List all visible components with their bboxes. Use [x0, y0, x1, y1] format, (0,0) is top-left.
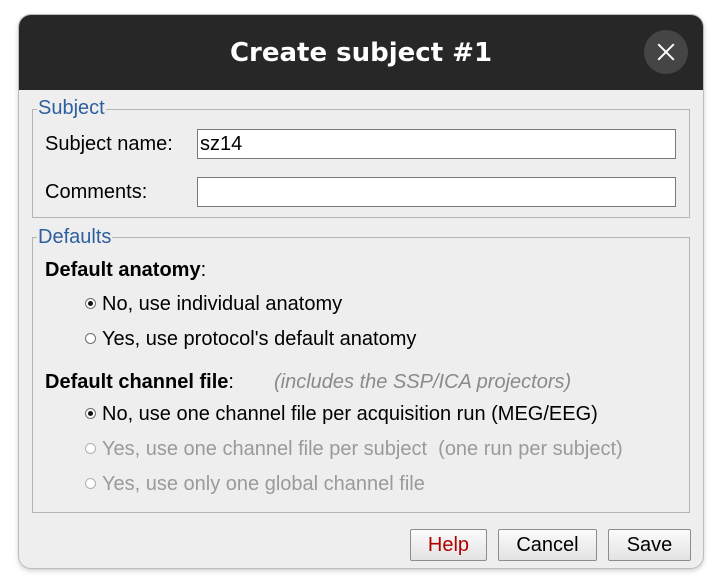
- anatomy-option-default[interactable]: Yes, use protocol's default anatomy: [19, 327, 703, 353]
- radio-button[interactable]: [85, 333, 96, 344]
- help-button[interactable]: Help: [410, 529, 487, 561]
- comments-input[interactable]: [197, 177, 676, 207]
- radio-label: Yes, use protocol's default anatomy: [102, 328, 417, 350]
- subject-name-label: Subject name:: [45, 133, 173, 155]
- radio-button[interactable]: [85, 443, 96, 454]
- radio-label: No, use one channel file per acquisition…: [102, 403, 598, 425]
- create-subject-dialog: Create subject #1 Subject Subject name: …: [19, 15, 703, 568]
- save-button[interactable]: Save: [608, 529, 691, 561]
- subject-legend: Subject: [37, 97, 106, 119]
- channel-hint: (includes the SSP/ICA projectors): [274, 371, 572, 393]
- comments-label: Comments:: [45, 181, 148, 203]
- default-channel-heading: Default channel file:: [45, 371, 234, 393]
- anatomy-option-individual[interactable]: No, use individual anatomy: [19, 292, 703, 318]
- dialog-title: Create subject #1: [229, 38, 493, 68]
- default-anatomy-heading: Default anatomy:: [45, 259, 207, 281]
- defaults-legend: Defaults: [37, 226, 113, 248]
- subject-name-input[interactable]: sz14: [197, 129, 676, 159]
- channel-option-per-run[interactable]: No, use one channel file per acquisition…: [19, 402, 703, 428]
- radio-label: Yes, use one channel file per subject (o…: [102, 438, 623, 460]
- radio-label: No, use individual anatomy: [102, 293, 343, 315]
- channel-option-per-subject[interactable]: Yes, use one channel file per subject (o…: [19, 437, 703, 463]
- radio-button[interactable]: [85, 298, 96, 309]
- channel-option-global[interactable]: Yes, use only one global channel file: [19, 472, 703, 498]
- radio-button[interactable]: [85, 408, 96, 419]
- radio-button[interactable]: [85, 478, 96, 489]
- title-bar: Create subject #1: [19, 15, 703, 90]
- radio-label: Yes, use only one global channel file: [102, 473, 425, 495]
- cancel-button[interactable]: Cancel: [498, 529, 597, 561]
- close-button[interactable]: [644, 30, 688, 74]
